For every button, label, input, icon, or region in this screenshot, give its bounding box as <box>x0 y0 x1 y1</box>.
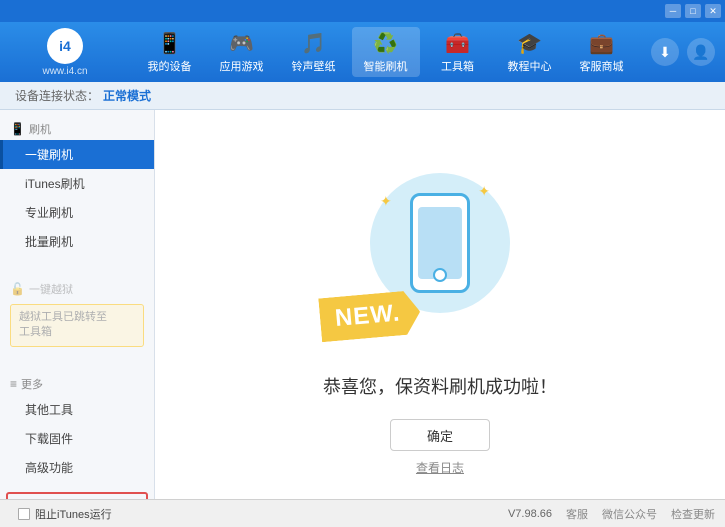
nav-my-device[interactable]: 📱 我的设备 <box>136 27 204 77</box>
sidebar-group-jailbreak: 🔓 一键越狱 <box>0 276 154 300</box>
sidebar-section-jailbreak: 🔓 一键越狱 越狱工具已跳转至工具箱 <box>0 270 154 357</box>
nav-my-device-icon: 📱 <box>157 31 182 56</box>
batch-flash-label: 批量刷机 <box>25 233 73 250</box>
sidebar-item-other-tools[interactable]: 其他工具 <box>0 395 154 424</box>
nav-toolbox-label: 工具箱 <box>441 58 474 74</box>
nav-service-icon: 💼 <box>589 31 614 56</box>
jailbreak-notice: 越狱工具已跳转至工具箱 <box>10 304 144 347</box>
other-tools-label: 其他工具 <box>25 401 73 418</box>
itunes-flash-label: iTunes刷机 <box>25 175 85 192</box>
user-button[interactable]: 👤 <box>687 38 715 66</box>
sparkle-2: ✦ <box>380 193 392 210</box>
sidebar-section-flash: 📱 刷机 一键刷机 iTunes刷机 专业刷机 批量刷机 <box>0 110 154 262</box>
new-badge-text: NEW. <box>334 299 401 332</box>
statusbar: 设备连接状态： 正常模式 <box>0 82 725 110</box>
navbar: i4 www.i4.cn 📱 我的设备 🎮 应用游戏 🎵 铃声壁纸 ♻️ 智能刷… <box>0 22 725 82</box>
customer-service-link[interactable]: 客服 <box>566 506 588 522</box>
sidebar-section-more: ≡ 更多 其他工具 下载固件 高级功能 <box>0 365 154 488</box>
logo-icon: i4 <box>47 28 83 64</box>
wechat-link[interactable]: 微信公众号 <box>602 506 657 522</box>
confirm-button[interactable]: 确定 <box>390 419 490 451</box>
nav-right: ⬇ 👤 <box>651 38 715 66</box>
advanced-label: 高级功能 <box>25 459 73 476</box>
nav-my-device-label: 我的设备 <box>148 58 192 74</box>
nav-tutorial[interactable]: 🎓 教程中心 <box>496 27 564 77</box>
status-value: 正常模式 <box>103 87 151 104</box>
logo-area: i4 www.i4.cn <box>10 28 120 77</box>
nav-apps-icon: 🎮 <box>229 31 254 56</box>
auto-activate-row: 自动激活 跳过向导 <box>6 492 148 499</box>
phone-shape <box>410 193 470 293</box>
nav-smart-flash[interactable]: ♻️ 智能刷机 <box>352 27 420 77</box>
close-button[interactable]: ✕ <box>705 4 721 18</box>
pro-flash-label: 专业刷机 <box>25 204 73 221</box>
phone-home-button <box>433 268 447 282</box>
bottom-right: V7.98.66 客服 微信公众号 检查更新 <box>508 506 715 522</box>
sidebar-item-advanced[interactable]: 高级功能 <box>0 453 154 482</box>
nav-items: 📱 我的设备 🎮 应用游戏 🎵 铃声壁纸 ♻️ 智能刷机 🧰 工具箱 🎓 教程中… <box>120 27 651 77</box>
nav-ringtone[interactable]: 🎵 铃声壁纸 <box>280 27 348 77</box>
sidebar-group-flash: 📱 刷机 <box>0 116 154 140</box>
sidebar-item-itunes-flash[interactable]: iTunes刷机 <box>0 169 154 198</box>
nav-apps-label: 应用游戏 <box>220 58 264 74</box>
one-click-flash-label: 一键刷机 <box>25 146 73 163</box>
more-group-icon: ≡ <box>10 377 17 391</box>
nav-apps[interactable]: 🎮 应用游戏 <box>208 27 276 77</box>
check-update-link[interactable]: 检查更新 <box>671 506 715 522</box>
nav-smart-flash-icon: ♻️ <box>373 31 398 56</box>
nav-toolbox-icon: 🧰 <box>445 31 470 56</box>
sidebar-item-one-click-flash[interactable]: 一键刷机 <box>0 140 154 169</box>
sidebar-group-more: ≡ 更多 <box>0 371 154 395</box>
more-group-label: 更多 <box>21 376 43 392</box>
maximize-button[interactable]: □ <box>685 4 701 18</box>
success-illustration: ✦ ✦ NEW. <box>340 133 540 353</box>
nav-service-label: 客服商城 <box>580 58 624 74</box>
sidebar-item-download-firmware[interactable]: 下载固件 <box>0 424 154 453</box>
nav-service[interactable]: 💼 客服商城 <box>568 27 636 77</box>
nav-toolbox[interactable]: 🧰 工具箱 <box>424 27 492 77</box>
sidebar-item-batch-flash[interactable]: 批量刷机 <box>0 227 154 256</box>
itunes-label: 阻止iTunes运行 <box>35 506 112 522</box>
sidebar-item-pro-flash[interactable]: 专业刷机 <box>0 198 154 227</box>
download-firmware-label: 下载固件 <box>25 430 73 447</box>
download-button[interactable]: ⬇ <box>651 38 679 66</box>
log-link[interactable]: 查看日志 <box>416 459 464 476</box>
sidebar: 📱 刷机 一键刷机 iTunes刷机 专业刷机 批量刷机 🔓 一键越狱 <box>0 110 155 499</box>
nav-tutorial-icon: 🎓 <box>517 31 542 56</box>
sparkle-1: ✦ <box>478 183 490 200</box>
new-banner: NEW. <box>318 290 422 343</box>
jailbreak-group-icon: 🔓 <box>10 282 25 296</box>
success-message: 恭喜您，保资料刷机成功啦！ <box>323 373 557 399</box>
nav-smart-flash-label: 智能刷机 <box>364 58 408 74</box>
titlebar: ─ □ ✕ <box>0 0 725 22</box>
nav-tutorial-label: 教程中心 <box>508 58 552 74</box>
itunes-row: 阻止iTunes运行 <box>10 502 496 526</box>
nav-ringtone-label: 铃声壁纸 <box>292 58 336 74</box>
content-area: ✦ ✦ NEW. 恭喜您，保资料刷机成功啦！ 确定 查看日志 <box>155 110 725 499</box>
flash-group-icon: 📱 <box>10 122 25 136</box>
itunes-checkbox[interactable] <box>18 508 30 520</box>
window-controls: ─ □ ✕ <box>665 4 721 18</box>
bottombar: 阻止iTunes运行 V7.98.66 客服 微信公众号 检查更新 <box>0 499 725 527</box>
jailbreak-group-label: 一键越狱 <box>29 281 73 297</box>
phone-background: ✦ ✦ <box>370 173 510 313</box>
nav-ringtone-icon: 🎵 <box>301 31 326 56</box>
version-label: V7.98.66 <box>508 508 552 520</box>
main-layout: 📱 刷机 一键刷机 iTunes刷机 专业刷机 批量刷机 🔓 一键越狱 <box>0 110 725 499</box>
minimize-button[interactable]: ─ <box>665 4 681 18</box>
status-label: 设备连接状态： <box>15 87 99 104</box>
logo-subtitle: www.i4.cn <box>42 66 87 77</box>
flash-group-label: 刷机 <box>29 121 51 137</box>
